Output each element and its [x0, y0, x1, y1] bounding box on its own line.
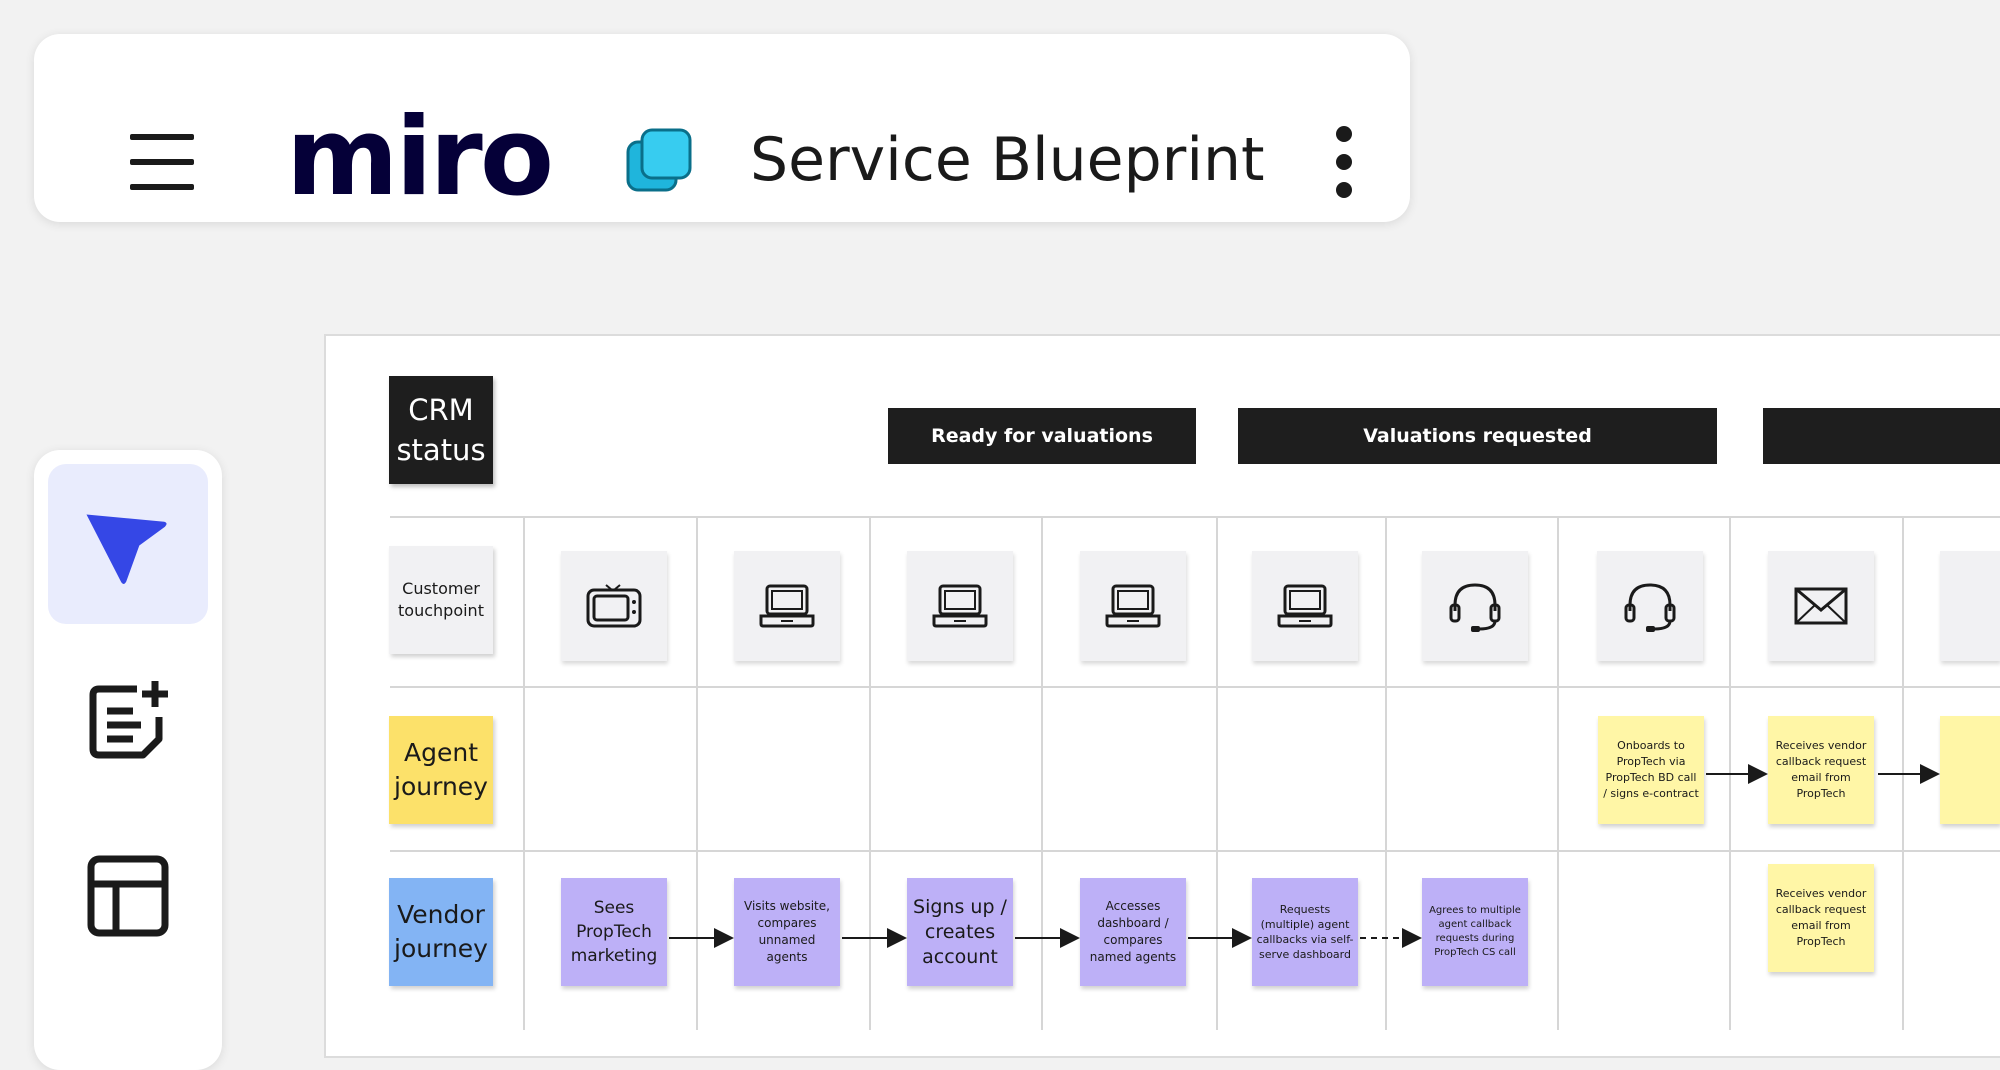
vendor-note-agrees-callbacks[interactable]: Agrees to multiple agent callback reques…	[1422, 878, 1528, 986]
miro-logo[interactable]: miro	[286, 104, 554, 212]
row-label-agent-journey[interactable]: Agent journey	[389, 716, 493, 824]
touchpoint-laptop[interactable]	[1080, 551, 1186, 661]
templates-button[interactable]	[48, 816, 208, 976]
touchpoint-headset[interactable]	[1597, 551, 1703, 661]
grid-line	[1041, 518, 1043, 1030]
tv-icon	[586, 584, 642, 628]
board-title[interactable]: Service Blueprint	[750, 130, 1265, 190]
crm-status-label[interactable]: CRM status	[389, 376, 493, 484]
phase-ready-for-valuations[interactable]: Ready for valuations	[888, 408, 1196, 464]
agent-note-onboards[interactable]: Onboards to PropTech via PropTech BD cal…	[1598, 716, 1704, 824]
grid-line	[1902, 518, 1904, 1030]
touchpoint-partial[interactable]	[1940, 551, 2000, 661]
board-icon	[626, 128, 692, 192]
cursor-arrow-icon	[86, 514, 167, 584]
grid-line	[1557, 518, 1559, 1030]
grid-line	[1729, 518, 1731, 1030]
laptop-icon	[759, 584, 815, 628]
headset-icon	[1449, 583, 1501, 632]
note-plus-icon	[89, 681, 168, 759]
grid-line	[523, 518, 525, 1030]
grid-line	[1216, 518, 1218, 1030]
layout-icon	[87, 855, 169, 937]
laptop-icon	[1277, 584, 1333, 628]
select-tool-button[interactable]	[48, 464, 208, 624]
laptop-icon	[1105, 584, 1161, 628]
row-label-customer-touchpoint[interactable]: Customer touchpoint	[389, 546, 493, 654]
vendor-note-sees-marketing[interactable]: Sees PropTech marketing	[561, 878, 667, 986]
touchpoint-laptop[interactable]	[907, 551, 1013, 661]
phase-valuations-requested[interactable]: Valuations requested	[1238, 408, 1717, 464]
phase-next[interactable]	[1763, 408, 2000, 464]
grid-line	[1385, 518, 1387, 1030]
touchpoint-email[interactable]	[1768, 551, 1874, 661]
more-options-icon[interactable]	[1324, 122, 1364, 202]
row-label-vendor-journey[interactable]: Vendor journey	[389, 878, 493, 986]
envelope-icon	[1794, 587, 1848, 625]
top-toolbar: miro Service Blueprint	[34, 34, 1410, 222]
laptop-icon	[932, 584, 988, 628]
grid-line	[869, 518, 871, 1030]
touchpoint-laptop[interactable]	[1252, 551, 1358, 661]
vendor-note-requests-callbacks[interactable]: Requests (multiple) agent callbacks via …	[1252, 878, 1358, 986]
touchpoint-laptop[interactable]	[734, 551, 840, 661]
grid-line	[390, 686, 2000, 688]
vendor-note-accesses-dashboard[interactable]: Accesses dashboard / compares named agen…	[1080, 878, 1186, 986]
headset-icon	[1624, 583, 1676, 632]
menu-icon[interactable]	[126, 126, 198, 198]
grid-line	[390, 516, 2000, 518]
vendor-note-visits-website[interactable]: Visits website, compares unnamed agents	[734, 878, 840, 986]
vendor-note-signs-up[interactable]: Signs up / creates account	[907, 878, 1013, 986]
agent-note-partial[interactable]	[1940, 716, 2000, 824]
add-note-button[interactable]	[48, 640, 208, 800]
agent-note-receives-email[interactable]: Receives vendor callback request email f…	[1768, 716, 1874, 824]
touchpoint-headset[interactable]	[1422, 551, 1528, 661]
grid-line	[390, 850, 2000, 852]
touchpoint-tv[interactable]	[561, 551, 667, 661]
grid-line	[696, 518, 698, 1030]
vendor-note-receives-email[interactable]: Receives vendor callback request email f…	[1768, 864, 1874, 972]
left-toolbar	[34, 450, 222, 1070]
